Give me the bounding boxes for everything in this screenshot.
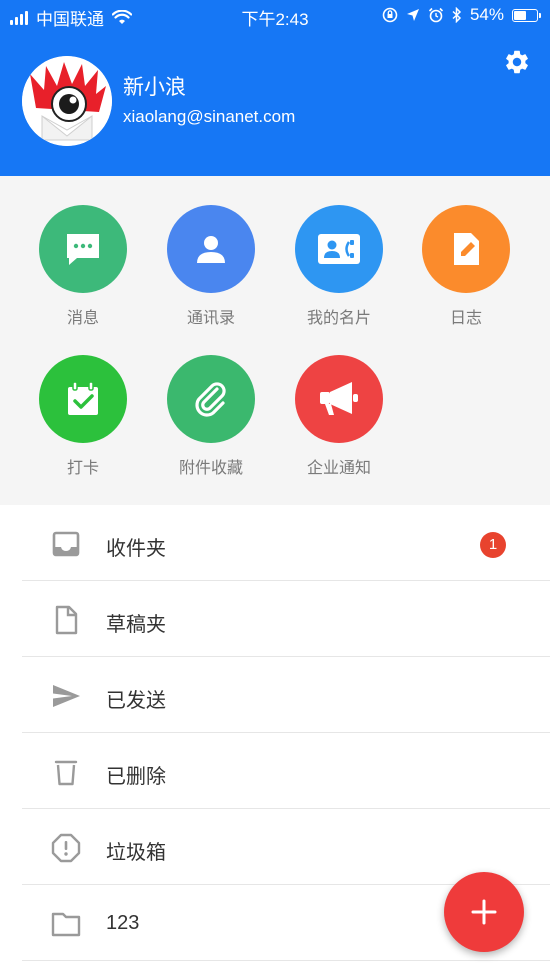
journal-icon: [422, 205, 510, 293]
app-label: 我的名片: [306, 310, 371, 327]
megaphone-icon: [295, 355, 383, 443]
app-label: 消息: [66, 310, 99, 327]
folder-drafts[interactable]: 草稿夹: [0, 581, 550, 657]
battery-fill: [514, 10, 526, 20]
settings-gear-icon[interactable]: [503, 48, 531, 76]
app-label: 打卡: [66, 460, 99, 477]
folder-label: 草稿夹: [106, 614, 166, 636]
avatar[interactable]: [22, 56, 112, 146]
alarm-icon: [428, 7, 444, 23]
folder-label: 收件夹: [106, 538, 166, 560]
spam-icon: [51, 833, 81, 863]
app-label: 日志: [449, 310, 482, 327]
folder-icon: [51, 912, 81, 937]
message-icon: [39, 205, 127, 293]
app-attachments[interactable]: 附件收藏: [147, 355, 275, 478]
user-email: xiaolang@sinanet.com: [123, 107, 296, 126]
orientation-lock-icon: [382, 7, 398, 23]
unread-badge: 1: [480, 532, 506, 558]
app-contacts[interactable]: 通讯录: [147, 205, 275, 328]
location-icon: [406, 9, 419, 21]
bluetooth-icon: [452, 7, 462, 23]
sina-mascot-logo: [22, 56, 112, 146]
folder-deleted[interactable]: 已删除: [0, 733, 550, 809]
divider: [22, 960, 550, 961]
draft-icon: [55, 605, 78, 635]
plus-icon: [471, 899, 497, 925]
attachment-icon: [167, 355, 255, 443]
folder-sent[interactable]: 已发送: [0, 657, 550, 733]
app-journal[interactable]: 日志: [402, 205, 530, 328]
business-card-icon: [295, 205, 383, 293]
app-check-in[interactable]: 打卡: [19, 355, 147, 478]
app-business-card[interactable]: 我的名片: [275, 205, 403, 328]
battery-icon: [512, 8, 541, 22]
app-grid: 消息 通讯录 我的名片 日志 打卡 附件收藏 企业通知: [0, 176, 550, 505]
inbox-icon: [52, 531, 80, 557]
folder-spam[interactable]: 垃圾箱: [0, 809, 550, 885]
folder-label: 已发送: [106, 690, 166, 712]
app-label: 通讯录: [186, 310, 235, 327]
app-label: 附件收藏: [178, 460, 243, 477]
status-bar: 中国联通 下午2:43 54%: [0, 0, 550, 32]
sent-icon: [53, 685, 80, 707]
check-in-icon: [39, 355, 127, 443]
contacts-icon: [167, 205, 255, 293]
folder-inbox[interactable]: 收件夹 1: [0, 505, 550, 581]
folder-label: 垃圾箱: [106, 842, 166, 864]
compose-fab-button[interactable]: [444, 872, 524, 952]
folder-label: 123: [106, 912, 140, 934]
battery-percent: 54%: [469, 5, 504, 24]
app-label: 企业通知: [306, 460, 371, 477]
app-announcements[interactable]: 企业通知: [275, 355, 403, 478]
trash-icon: [54, 760, 78, 786]
user-name: 新小浪: [123, 76, 186, 99]
profile-header: 中国联通 下午2:43 54% 新小浪 xiaolang@sinanet.com: [0, 0, 550, 176]
folder-label: 已删除: [106, 766, 166, 788]
app-messages[interactable]: 消息: [19, 205, 147, 328]
